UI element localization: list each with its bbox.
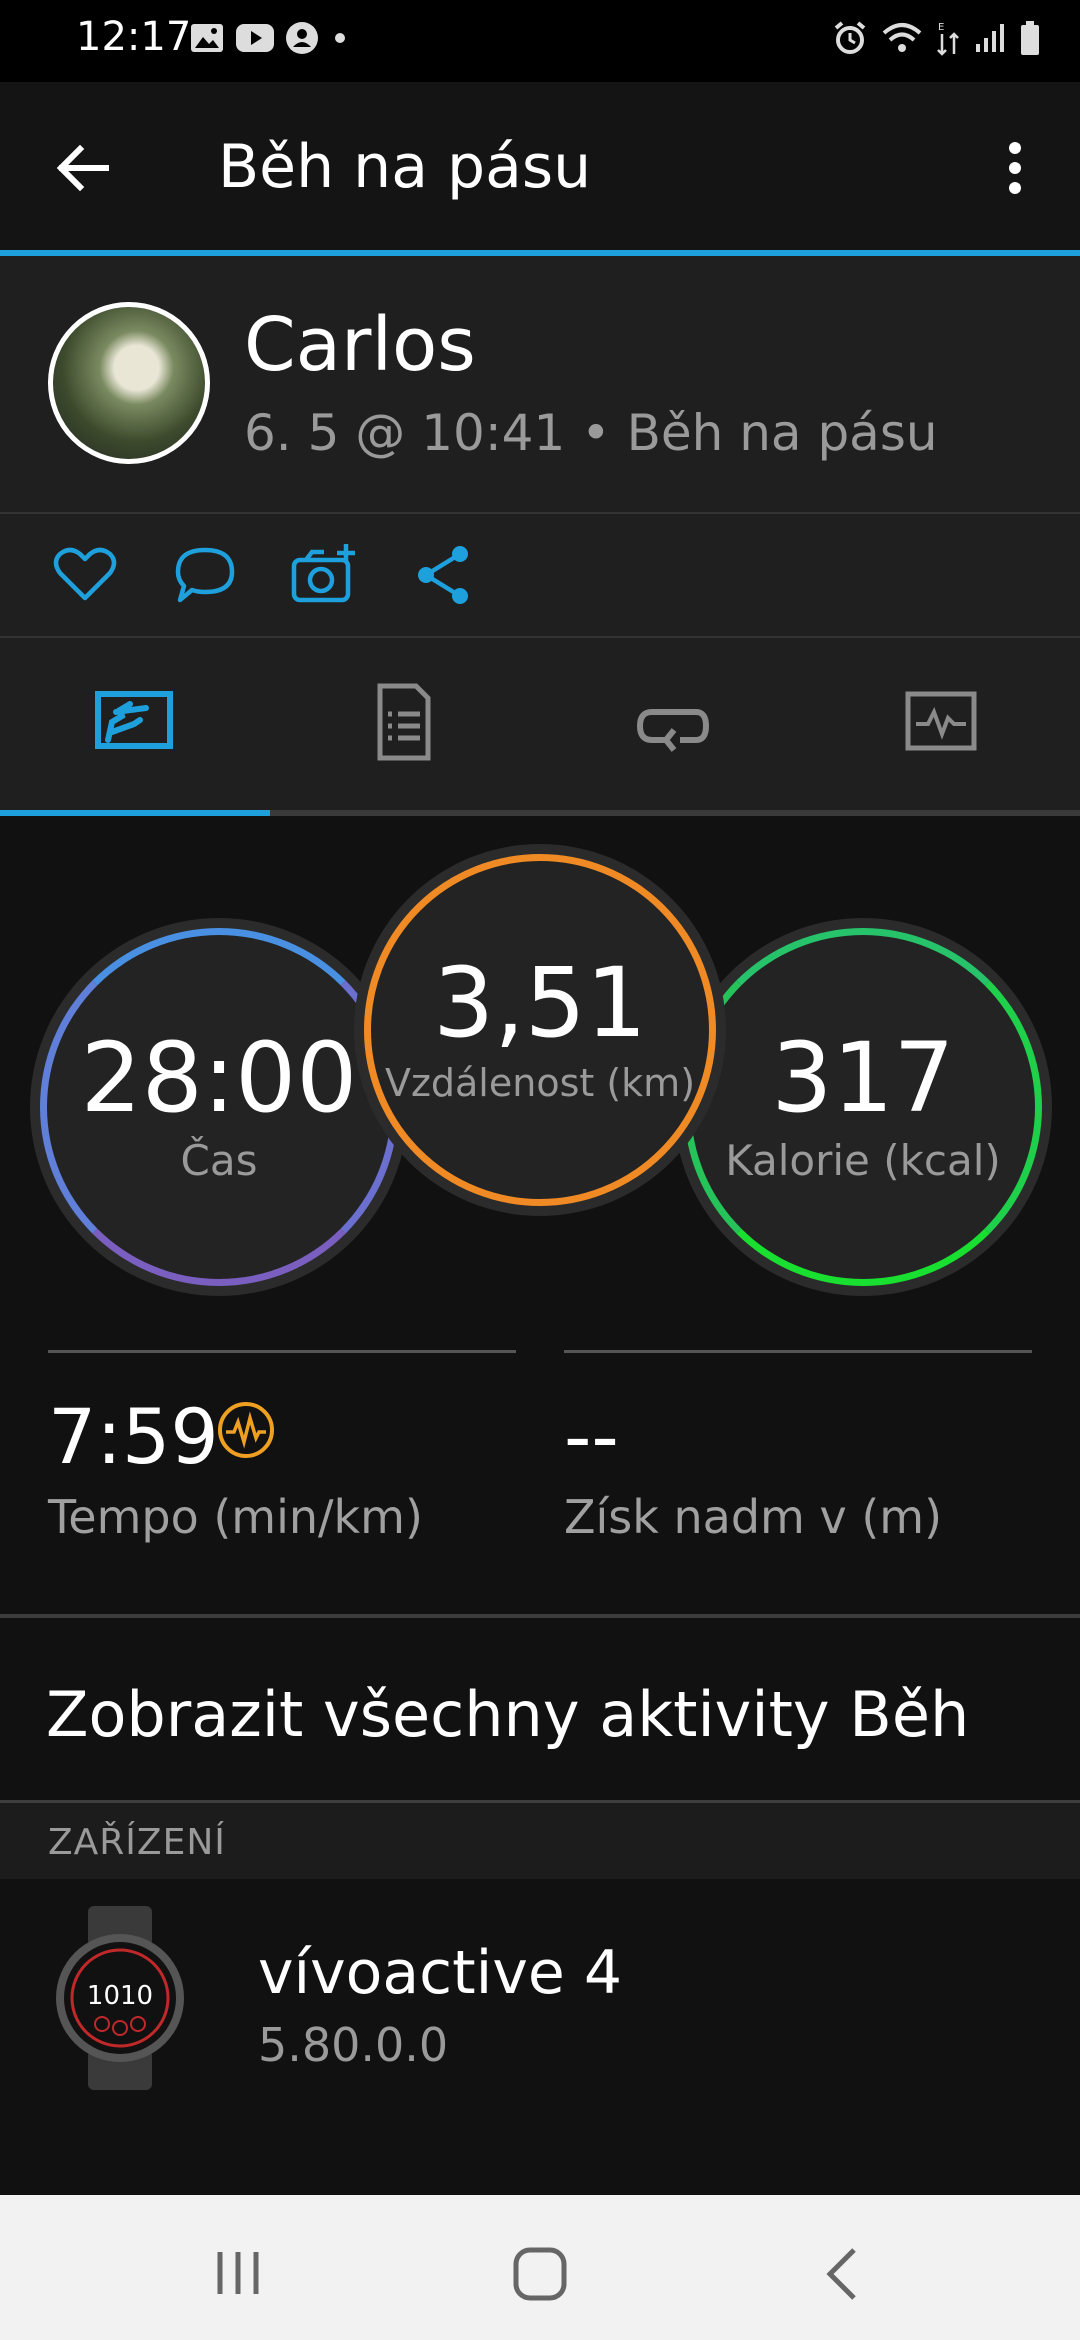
home-button[interactable] [510,2244,570,2304]
page-title: Běh na pásu [218,132,592,202]
system-back-button[interactable] [820,2244,864,2304]
battery-icon [1021,21,1039,55]
account-icon [286,22,318,54]
back-arrow-icon [56,144,109,192]
alarm-icon [834,21,866,54]
device-name: vívoactive 4 [258,1938,623,2008]
stat-divider [48,1350,516,1353]
device-version: 5.80.0.0 [258,2018,449,2072]
divider [0,1614,1080,1618]
avatar[interactable] [48,302,210,464]
distance-label: Vzdálenost (km) [384,1061,696,1105]
stat-divider [564,1350,1032,1353]
watch-face-time: 1010 [87,1981,153,2011]
tab-graphs[interactable] [898,682,988,762]
share-icon [418,546,468,604]
activity-meta: 6. 5 @ 10:41 • Běh na pásu [244,404,938,462]
share-button[interactable] [410,540,480,610]
distance-value: 3,51 [433,947,647,1059]
devices-header-label: ZAŘÍZENÍ [48,1822,226,1863]
elevation-label: Získ nadm v (m) [564,1490,943,1544]
recents-icon [217,2252,259,2294]
laps-icon [636,709,710,752]
heart-icon [53,547,117,601]
tab-active-indicator [0,810,270,816]
camera-add-icon [291,544,355,603]
wifi-icon [882,23,922,52]
calories-label: Kalorie (kcal) [725,1135,1001,1185]
back-button[interactable] [52,136,116,200]
more-vert-icon [1009,142,1021,194]
details-list-icon [377,683,431,761]
calories-ring: 317 Kalorie (kcal) [684,928,1042,1286]
status-time: 12:17 [76,14,192,60]
overview-chart-icon [95,691,173,749]
status-icons-right: E [832,20,1040,56]
activity-graph-icon [905,691,977,751]
user-name: Carlos [244,302,476,388]
comment-button[interactable] [170,540,240,610]
youtube-icon [236,24,274,52]
add-photo-button[interactable] [290,540,360,610]
pace-label: Tempo (min/km) [48,1490,423,1544]
svg-text:E: E [938,22,944,33]
all-activities-link[interactable]: Zobrazit všechny aktivity Běh [46,1678,969,1751]
data-arrows-icon: E [937,22,959,56]
distance-ring: 3,51 Vzdálenost (km) [364,854,716,1206]
like-button[interactable] [50,540,120,610]
elevation-value: -- [564,1392,619,1481]
home-icon [513,2247,567,2301]
recents-button[interactable] [210,2248,266,2298]
action-bar [0,514,1080,636]
gallery-icon [191,24,223,52]
heart-rate-icon [216,1400,276,1460]
time-ring: 28:00 Čas [40,928,398,1286]
comment-icon [175,547,235,603]
dot-icon [335,33,345,43]
tab-laps[interactable] [628,682,718,762]
time-value: 28:00 [80,1021,358,1134]
status-icons-left [190,22,350,54]
watch-image: 1010 [50,1906,190,2090]
tab-details[interactable] [358,682,448,762]
time-label: Čas [180,1135,258,1185]
calories-value: 317 [771,1021,955,1134]
tab-overview[interactable] [90,682,180,762]
more-options-button[interactable] [1000,136,1030,200]
chevron-left-icon [826,2248,856,2300]
signal-icon [976,24,1004,52]
pace-value: 7:59 [48,1392,219,1481]
